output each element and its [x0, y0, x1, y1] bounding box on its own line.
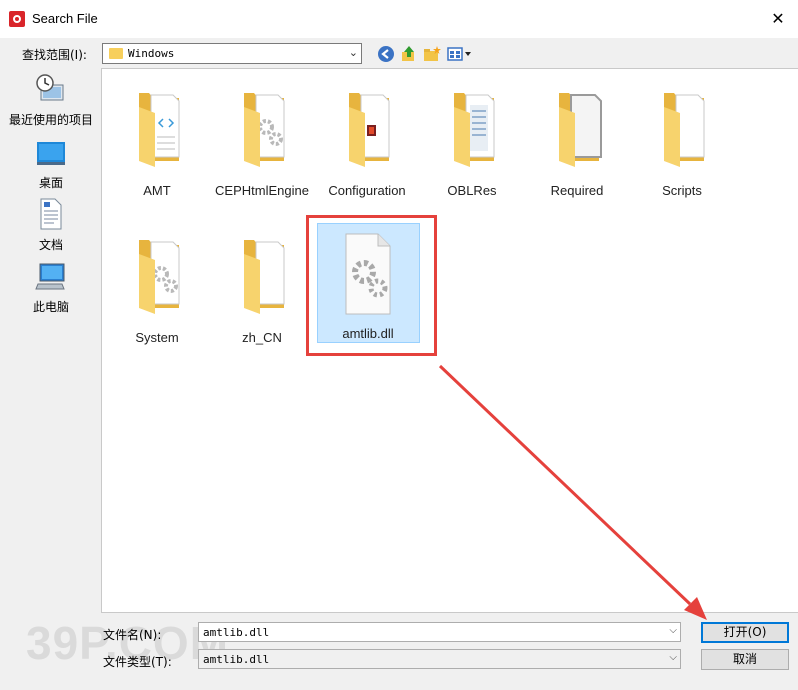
location-value: Windows	[128, 47, 175, 60]
chevron-down-icon: ⌵	[669, 652, 677, 663]
folder-gears-icon	[139, 240, 180, 314]
documents-icon	[40, 198, 62, 230]
folder-code-icon	[139, 93, 180, 167]
annotation-highlight-box	[306, 215, 437, 356]
folder-rn-icon	[559, 93, 602, 167]
item-name: OBLRes	[447, 183, 497, 198]
place-documents[interactable]: 文档	[5, 198, 97, 253]
up-folder-icon[interactable]	[400, 45, 418, 63]
back-icon[interactable]	[377, 45, 395, 63]
filetype-value: amtlib.dll	[203, 653, 270, 666]
item-name: AMT	[143, 183, 171, 198]
filename-label: 文件名(N):	[103, 628, 162, 642]
place-label: 文档	[38, 238, 63, 252]
filetype-dropdown[interactable]: amtlib.dll ⌵	[198, 649, 681, 669]
place-this-pc[interactable]: 此电脑	[5, 260, 97, 315]
this-pc-icon	[35, 263, 65, 290]
folder-item-zh-cn[interactable]: zh_CN	[210, 234, 314, 345]
place-desktop[interactable]: 桌面	[5, 138, 97, 191]
item-name: Scripts	[662, 183, 702, 198]
view-menu-icon[interactable]	[447, 45, 473, 63]
item-name: CEPHtmlEngine	[215, 183, 309, 198]
look-in-dropdown[interactable]: Windows ⌄	[102, 43, 362, 64]
folder-item-scripts[interactable]: Scripts	[630, 87, 734, 198]
folder-adobe-icon	[349, 93, 390, 167]
folder-item-required[interactable]: Required	[525, 87, 629, 198]
item-name: Configuration	[328, 183, 406, 198]
desktop-icon	[37, 142, 65, 165]
app-icon	[9, 11, 25, 27]
new-folder-icon[interactable]	[423, 45, 441, 63]
filename-value: amtlib.dll	[203, 626, 270, 639]
title-bar: Search File ✕	[0, 0, 798, 38]
folder-plain-icon	[664, 93, 705, 167]
folder-item-oblres[interactable]: OBLRes	[420, 87, 524, 198]
folder-item-cephtmlengine[interactable]: CEPHtmlEngine	[210, 87, 314, 198]
folder-item-amt[interactable]: AMT	[105, 87, 209, 198]
place-label: 桌面	[38, 176, 63, 190]
close-icon: ✕	[771, 9, 785, 28]
close-button[interactable]: ✕	[764, 6, 792, 32]
filename-field[interactable]: amtlib.dll ⌵	[198, 622, 681, 642]
folder-icon	[109, 48, 123, 59]
chevron-down-icon: ⌄	[348, 46, 358, 59]
item-name: zh_CN	[242, 330, 282, 345]
open-button[interactable]: 打开(O)	[701, 622, 789, 643]
recent-items-icon	[36, 74, 64, 101]
filetype-label: 文件类型(T):	[103, 655, 172, 669]
chevron-down-icon[interactable]: ⌵	[669, 625, 677, 636]
place-recent[interactable]: 最近使用的项目	[5, 73, 97, 128]
place-label: 最近使用的项目	[8, 113, 93, 127]
folder-plain-icon	[244, 240, 285, 314]
places-bar: 最近使用的项目 桌面 文档 此电脑	[5, 68, 97, 613]
folder-item-configuration[interactable]: Configuration	[315, 87, 419, 198]
folder-item-system[interactable]: System	[105, 234, 209, 345]
look-in-label: 查找范围(I):	[22, 48, 87, 62]
item-name: System	[135, 330, 179, 345]
item-name: Required	[550, 183, 604, 198]
folder-gears-icon	[244, 93, 285, 167]
window-title: Search File	[32, 11, 98, 26]
cancel-button[interactable]: 取消	[701, 649, 789, 670]
folder-docs-icon	[454, 93, 495, 167]
place-label: 此电脑	[32, 300, 69, 314]
